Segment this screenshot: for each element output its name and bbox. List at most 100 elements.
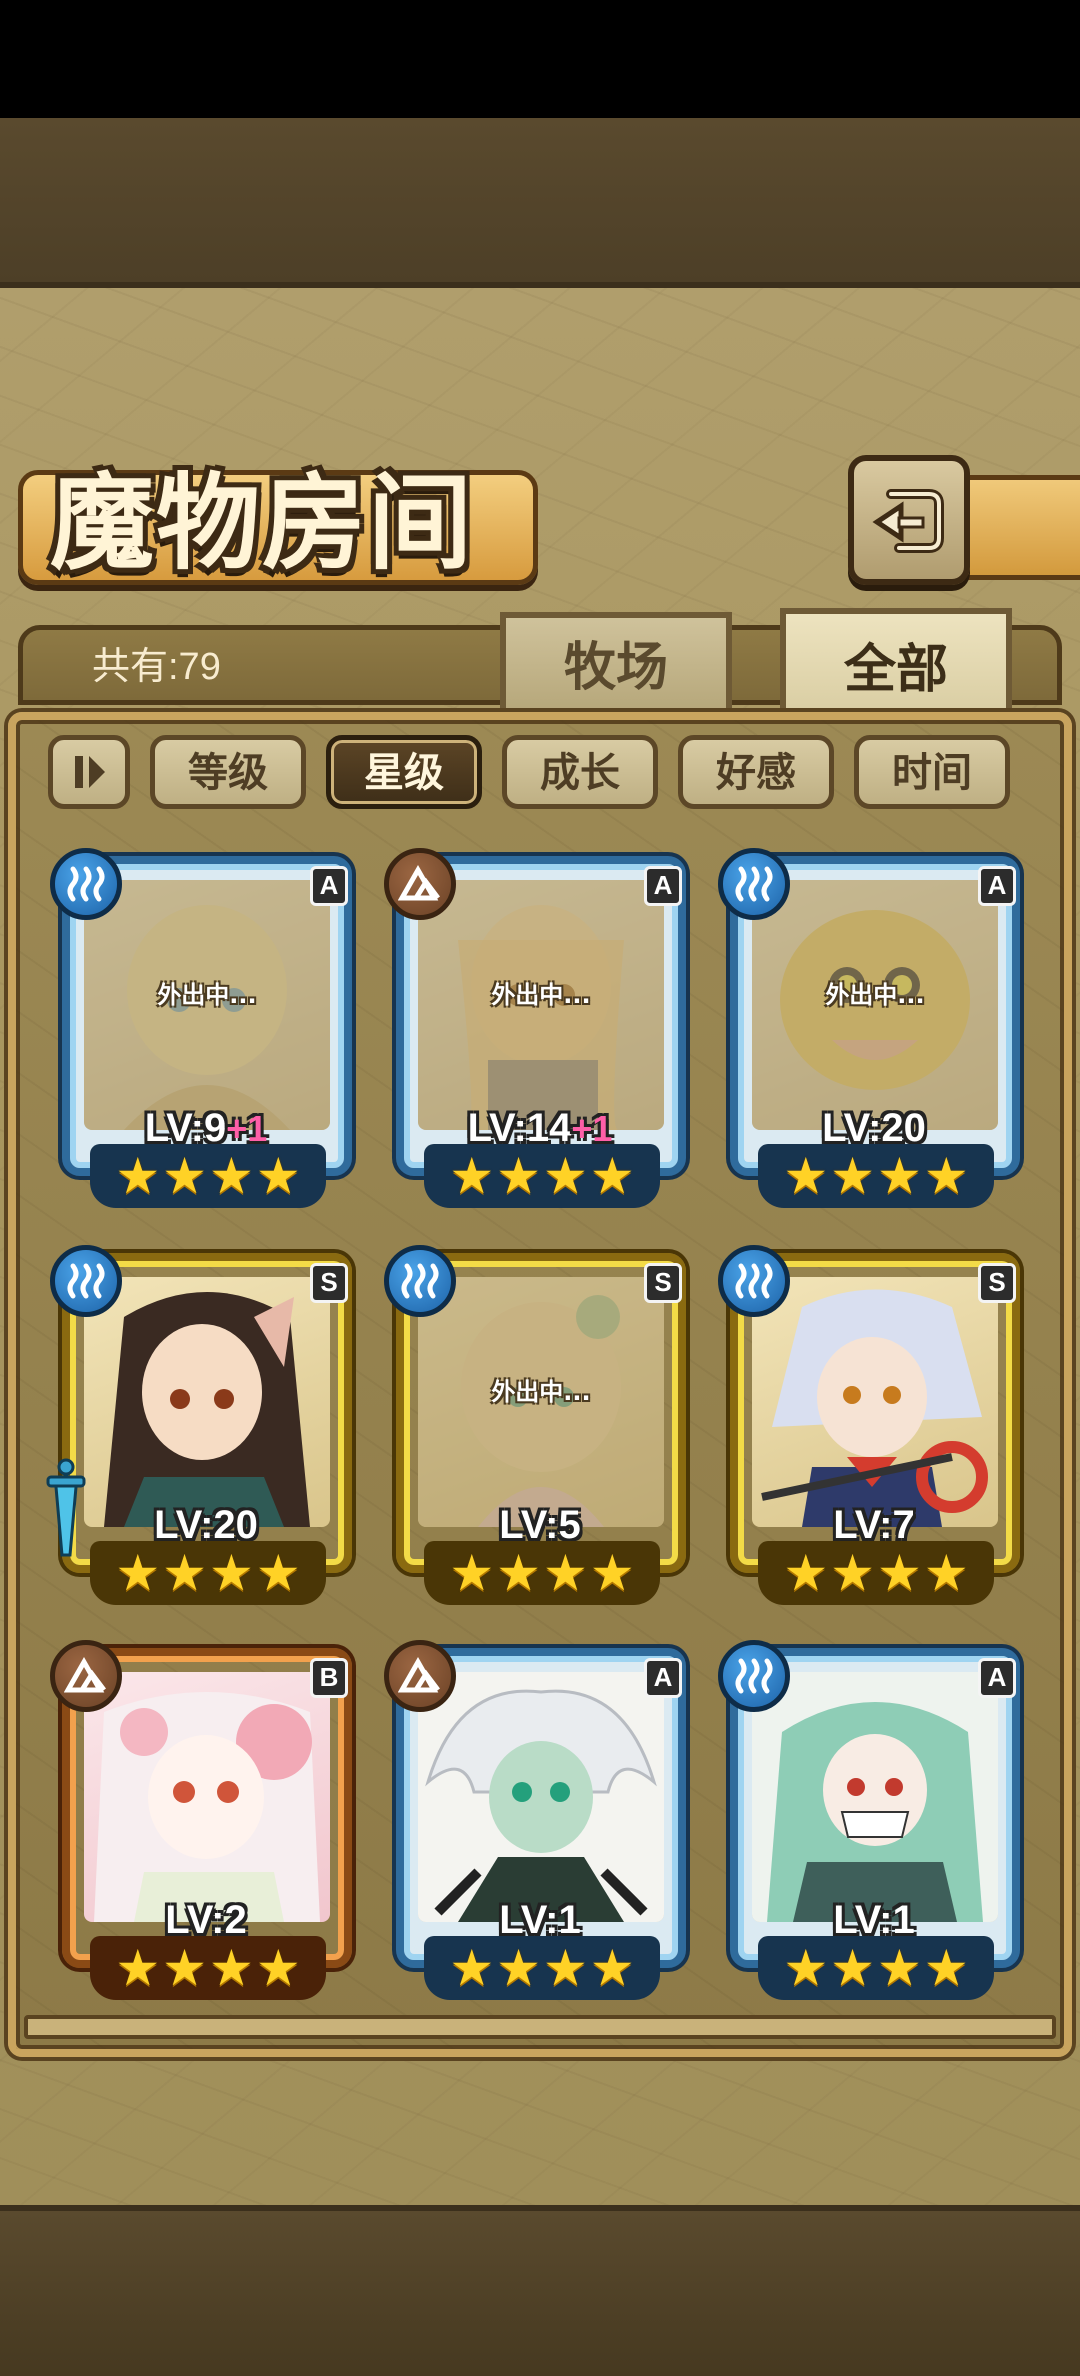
water-element-icon: [718, 848, 790, 920]
monster-count: 共有:79: [92, 646, 221, 688]
rank-badge: A: [978, 1658, 1016, 1698]
star-rating: ★ ★ ★ ★: [424, 1936, 660, 2000]
rank-badge: S: [978, 1263, 1016, 1303]
monster-card[interactable]: LV:2 B ★ ★ ★ ★: [50, 1640, 362, 2010]
star-rating: ★ ★ ★ ★: [90, 1541, 326, 1605]
sort-affection-button[interactable]: 好感: [678, 735, 834, 809]
star-icon: ★: [496, 1544, 541, 1602]
away-status-label: 外出中...: [825, 981, 925, 1009]
water-element-icon: [50, 848, 122, 920]
away-status-label: 外出中...: [491, 1378, 591, 1406]
star-icon: ★: [115, 1939, 161, 1997]
sword-icon: [46, 1458, 86, 1557]
star-rating: ★ ★ ★ ★: [90, 1936, 326, 2000]
page-title: 魔物房间: [50, 461, 475, 584]
sort-direction-icon: [75, 756, 105, 788]
star-icon: ★: [923, 1544, 969, 1602]
tab-ranch[interactable]: 牧场: [500, 612, 732, 712]
star-icon: ★: [783, 1147, 829, 1205]
monster-card[interactable]: LV:1 A ★ ★ ★ ★: [384, 1640, 696, 2010]
monster-portrait: [752, 1672, 998, 1922]
water-element-icon: [384, 1245, 456, 1317]
star-rating: ★ ★ ★ ★: [758, 1936, 994, 2000]
star-icon: ★: [255, 1544, 301, 1602]
star-icon: ★: [115, 1544, 161, 1602]
water-element-icon: [50, 1245, 122, 1317]
star-icon: ★: [449, 1147, 495, 1205]
earth-element-icon: [384, 848, 456, 920]
monster-card[interactable]: 外出中... LV:9+1 A ★ ★ ★ ★: [50, 848, 362, 1218]
earth-element-icon: [50, 1640, 122, 1712]
monster-card[interactable]: 外出中... LV:20 A ★ ★ ★ ★: [718, 848, 1030, 1218]
star-icon: ★: [496, 1939, 541, 1997]
top-map-band: [0, 118, 1080, 288]
monster-portrait: [418, 1672, 664, 1922]
star-icon: ★: [877, 1544, 922, 1602]
monster-card[interactable]: 外出中... LV:5 S ★ ★ ★ ★: [384, 1245, 696, 1615]
star-icon: ★: [449, 1939, 495, 1997]
away-status-label: 外出中...: [157, 981, 257, 1009]
star-icon: ★: [543, 1147, 588, 1205]
rank-badge: A: [644, 866, 682, 906]
rank-badge: B: [310, 1658, 348, 1698]
away-status-label: 外出中...: [491, 981, 591, 1009]
rank-badge: S: [310, 1263, 348, 1303]
star-rating: ★ ★ ★ ★: [758, 1144, 994, 1208]
star-icon: ★: [783, 1939, 829, 1997]
monster-portrait: 外出中...: [418, 880, 664, 1130]
monster-portrait: [84, 1672, 330, 1922]
sort-order-toggle[interactable]: [48, 735, 130, 809]
star-icon: ★: [589, 1939, 635, 1997]
sort-star-button[interactable]: 星级: [326, 735, 482, 809]
panel-bottom-rail: [24, 2015, 1056, 2039]
star-icon: ★: [923, 1147, 969, 1205]
bottom-map-band: [0, 2205, 1080, 2376]
star-rating: ★ ★ ★ ★: [424, 1144, 660, 1208]
sort-growth-button[interactable]: 成长: [502, 735, 658, 809]
monster-card[interactable]: LV:1 A ★ ★ ★ ★: [718, 1640, 1030, 2010]
star-rating: ★ ★ ★ ★: [424, 1541, 660, 1605]
star-icon: ★: [877, 1939, 922, 1997]
star-icon: ★: [589, 1544, 635, 1602]
star-icon: ★: [255, 1939, 301, 1997]
star-rating: ★ ★ ★ ★: [90, 1144, 326, 1208]
rank-badge: A: [310, 866, 348, 906]
tab-all[interactable]: 全部: [780, 608, 1012, 720]
monster-card[interactable]: LV:7 S ★ ★ ★ ★: [718, 1245, 1030, 1615]
monster-portrait: 外出中...: [752, 880, 998, 1130]
star-icon: ★: [209, 1147, 254, 1205]
star-icon: ★: [923, 1939, 969, 1997]
star-rating: ★ ★ ★ ★: [758, 1541, 994, 1605]
star-icon: ★: [209, 1939, 254, 1997]
monster-portrait: 外出中...: [84, 880, 330, 1130]
star-icon: ★: [589, 1147, 635, 1205]
back-button[interactable]: [848, 455, 970, 585]
earth-element-icon: [384, 1640, 456, 1712]
return-arrow-icon: [872, 489, 944, 553]
monster-portrait: 外出中...: [418, 1277, 664, 1527]
star-icon: ★: [830, 1544, 875, 1602]
star-icon: ★: [830, 1939, 875, 1997]
star-icon: ★: [449, 1544, 495, 1602]
monster-card[interactable]: 外出中... LV:14+1 A ★ ★ ★ ★: [384, 848, 696, 1218]
star-icon: ★: [543, 1939, 588, 1997]
status-bar-area: [0, 0, 1080, 118]
star-icon: ★: [543, 1544, 588, 1602]
rank-badge: A: [644, 1658, 682, 1698]
monster-card[interactable]: LV:20 S ★ ★ ★ ★: [46, 1245, 362, 1615]
star-icon: ★: [830, 1147, 875, 1205]
star-icon: ★: [162, 1939, 207, 1997]
monster-portrait: [752, 1277, 998, 1527]
star-icon: ★: [496, 1147, 541, 1205]
monster-portrait: [84, 1277, 330, 1527]
star-icon: ★: [115, 1147, 161, 1205]
star-icon: ★: [162, 1147, 207, 1205]
rank-badge: A: [978, 866, 1016, 906]
star-icon: ★: [255, 1147, 301, 1205]
sort-level-button[interactable]: 等级: [150, 735, 306, 809]
rank-badge: S: [644, 1263, 682, 1303]
water-element-icon: [718, 1245, 790, 1317]
star-icon: ★: [783, 1544, 829, 1602]
star-icon: ★: [209, 1544, 254, 1602]
sort-time-button[interactable]: 时间: [854, 735, 1010, 809]
